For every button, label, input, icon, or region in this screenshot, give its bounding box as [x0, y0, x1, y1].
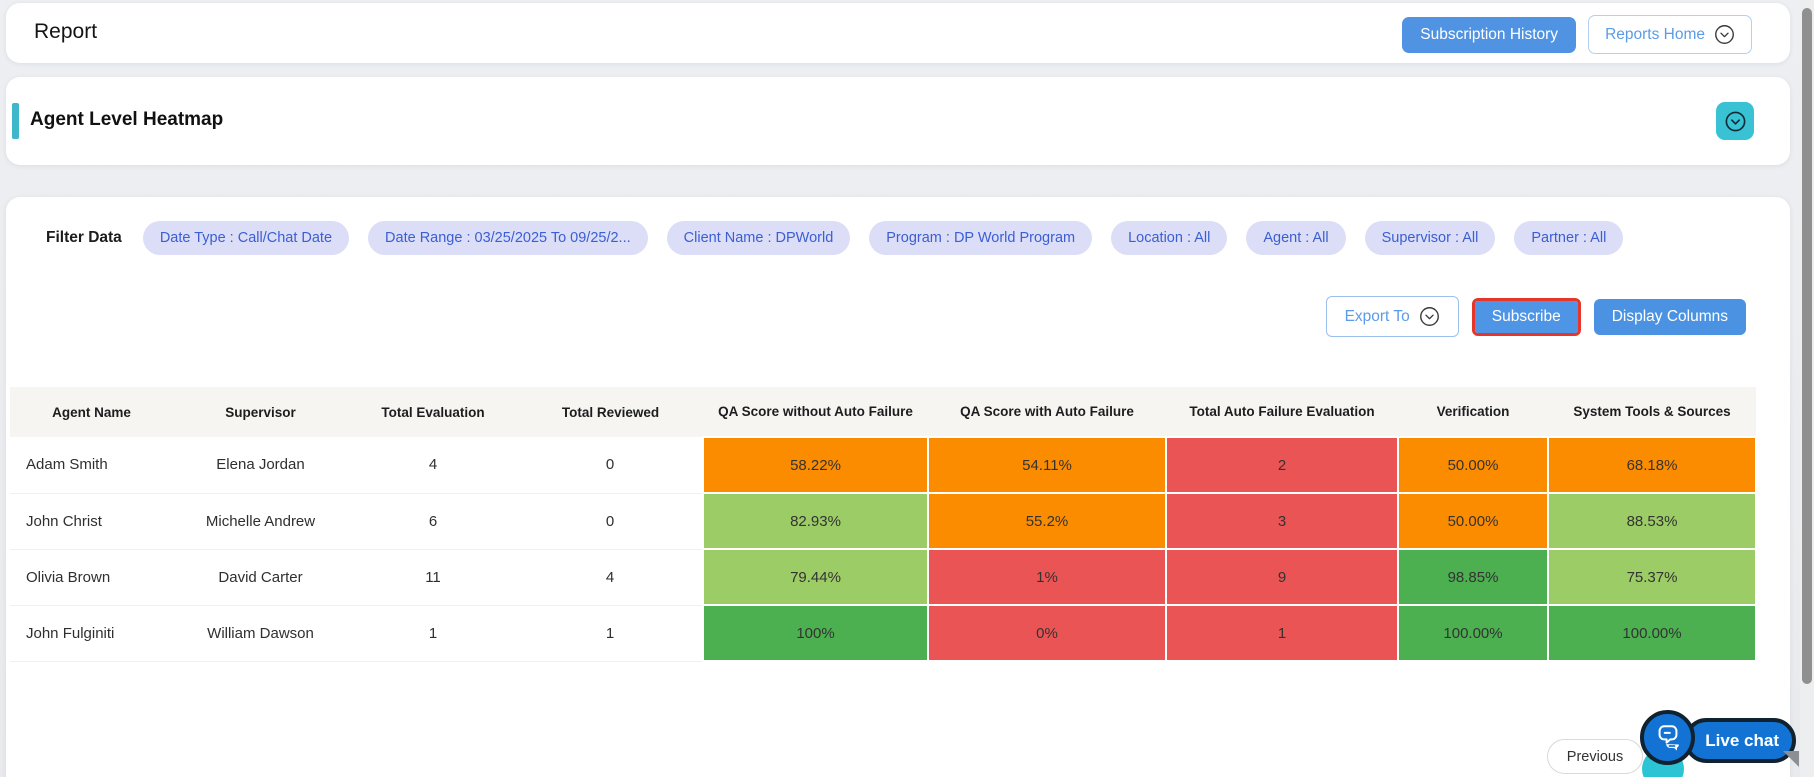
collapse-section-button[interactable] [1716, 102, 1754, 140]
table-row: John ChristMichelle Andrew6082.93%55.2%3… [10, 493, 1756, 549]
heatmap-cell: 9 [1166, 549, 1398, 605]
chat-bubble-icon [1653, 723, 1683, 753]
previous-page-button[interactable]: Previous [1547, 739, 1643, 774]
total-reviewed-cell: 4 [518, 549, 703, 605]
heatmap-cell: 68.18% [1548, 437, 1756, 493]
column-header: Supervisor [173, 387, 348, 437]
total-evaluation-cell: 6 [348, 493, 518, 549]
filter-chip-4[interactable]: Location : All [1111, 221, 1227, 255]
subscribe-highlight-box: Subscribe [1472, 298, 1581, 336]
heatmap-cell: 82.93% [703, 493, 928, 549]
heatmap-cell: 98.85% [1398, 549, 1548, 605]
table-row: Olivia BrownDavid Carter11479.44%1%998.8… [10, 549, 1756, 605]
agent-name-cell: Adam Smith [10, 437, 173, 493]
agent-heatmap-table: Agent NameSupervisorTotal EvaluationTota… [10, 387, 1757, 662]
supervisor-cell: Elena Jordan [173, 437, 348, 493]
heatmap-cell: 1 [1166, 605, 1398, 661]
supervisor-cell: Michelle Andrew [173, 493, 348, 549]
chevron-down-circle-icon [1714, 24, 1735, 45]
filter-chip-1[interactable]: Date Range : 03/25/2025 To 09/25/2... [368, 221, 648, 255]
export-to-button[interactable]: Export To [1326, 296, 1459, 337]
live-chat-pill: Live chat [1684, 718, 1796, 763]
section-title: Agent Level Heatmap [30, 109, 223, 131]
table-toolbar: Export To Subscribe Display Columns [1326, 296, 1746, 337]
live-chat-widget[interactable]: Live chat [1640, 710, 1796, 768]
heatmap-cell: 55.2% [928, 493, 1166, 549]
heatmap-cell: 88.53% [1548, 493, 1756, 549]
subscription-history-button[interactable]: Subscription History [1402, 17, 1576, 53]
page-title: Report [34, 20, 97, 44]
live-chat-button[interactable] [1640, 710, 1695, 765]
column-header: QA Score without Auto Failure [703, 387, 928, 437]
reports-home-button[interactable]: Reports Home [1588, 15, 1752, 54]
supervisor-cell: William Dawson [173, 605, 348, 661]
heatmap-cell: 1% [928, 549, 1166, 605]
heatmap-cell: 75.37% [1548, 549, 1756, 605]
vertical-scrollbar-thumb[interactable] [1802, 8, 1812, 684]
agent-name-cell: Olivia Brown [10, 549, 173, 605]
table-header-row: Agent NameSupervisorTotal EvaluationTota… [10, 387, 1756, 437]
heatmap-cell: 79.44% [703, 549, 928, 605]
scroll-corner-arrow-icon [1782, 750, 1800, 768]
vertical-scrollbar-track[interactable] [1800, 0, 1814, 777]
filter-chip-2[interactable]: Client Name : DPWorld [667, 221, 851, 255]
heatmap-cell: 50.00% [1398, 437, 1548, 493]
agent-name-cell: John Fulginiti [10, 605, 173, 661]
filter-chip-3[interactable]: Program : DP World Program [869, 221, 1092, 255]
subscribe-button[interactable]: Subscribe [1475, 301, 1578, 333]
total-reviewed-cell: 1 [518, 605, 703, 661]
section-accent-bar [12, 103, 19, 139]
filter-chip-5[interactable]: Agent : All [1246, 221, 1345, 255]
filter-chip-0[interactable]: Date Type : Call/Chat Date [143, 221, 349, 255]
filter-chip-7[interactable]: Partner : All [1514, 221, 1623, 255]
filter-chips: Date Type : Call/Chat Date Date Range : 0… [143, 221, 1623, 255]
total-reviewed-cell: 0 [518, 437, 703, 493]
heatmap-cell: 100.00% [1398, 605, 1548, 661]
chevron-down-circle-icon [1724, 110, 1747, 133]
top-actions: Subscription History Reports Home [1402, 15, 1752, 54]
agent-name-cell: John Christ [10, 493, 173, 549]
column-header: Total Evaluation [348, 387, 518, 437]
total-evaluation-cell: 4 [348, 437, 518, 493]
column-header: QA Score with Auto Failure [928, 387, 1166, 437]
column-header: Total Auto Failure Evaluation [1166, 387, 1398, 437]
heatmap-cell: 2 [1166, 437, 1398, 493]
table-row: John FulginitiWilliam Dawson11100%0%1100… [10, 605, 1756, 661]
filter-row: Filter Data Date Type : Call/Chat DateDa… [46, 221, 1750, 255]
filter-chip-6[interactable]: Supervisor : All [1365, 221, 1496, 255]
column-header: Verification [1398, 387, 1548, 437]
report-panel: Filter Data Date Type : Call/Chat DateDa… [6, 197, 1790, 777]
supervisor-cell: David Carter [173, 549, 348, 605]
heatmap-cell: 0% [928, 605, 1166, 661]
total-evaluation-cell: 1 [348, 605, 518, 661]
heatmap-cell: 54.11% [928, 437, 1166, 493]
top-bar: Report Subscription History Reports Home [6, 3, 1790, 63]
total-evaluation-cell: 11 [348, 549, 518, 605]
chevron-down-circle-icon [1419, 306, 1440, 327]
display-columns-button[interactable]: Display Columns [1594, 299, 1746, 335]
live-chat-label: Live chat [1705, 731, 1779, 751]
total-reviewed-cell: 0 [518, 493, 703, 549]
heatmap-cell: 100% [703, 605, 928, 661]
column-header: System Tools & Sources [1548, 387, 1756, 437]
heatmap-cell: 3 [1166, 493, 1398, 549]
heatmap-cell: 100.00% [1548, 605, 1756, 661]
section-header: Agent Level Heatmap [6, 77, 1790, 165]
table-row: Adam SmithElena Jordan4058.22%54.11%250.… [10, 437, 1756, 493]
heatmap-cell: 58.22% [703, 437, 928, 493]
filter-data-label: Filter Data [46, 229, 122, 247]
column-header: Agent Name [10, 387, 173, 437]
column-header: Total Reviewed [518, 387, 703, 437]
heatmap-cell: 50.00% [1398, 493, 1548, 549]
